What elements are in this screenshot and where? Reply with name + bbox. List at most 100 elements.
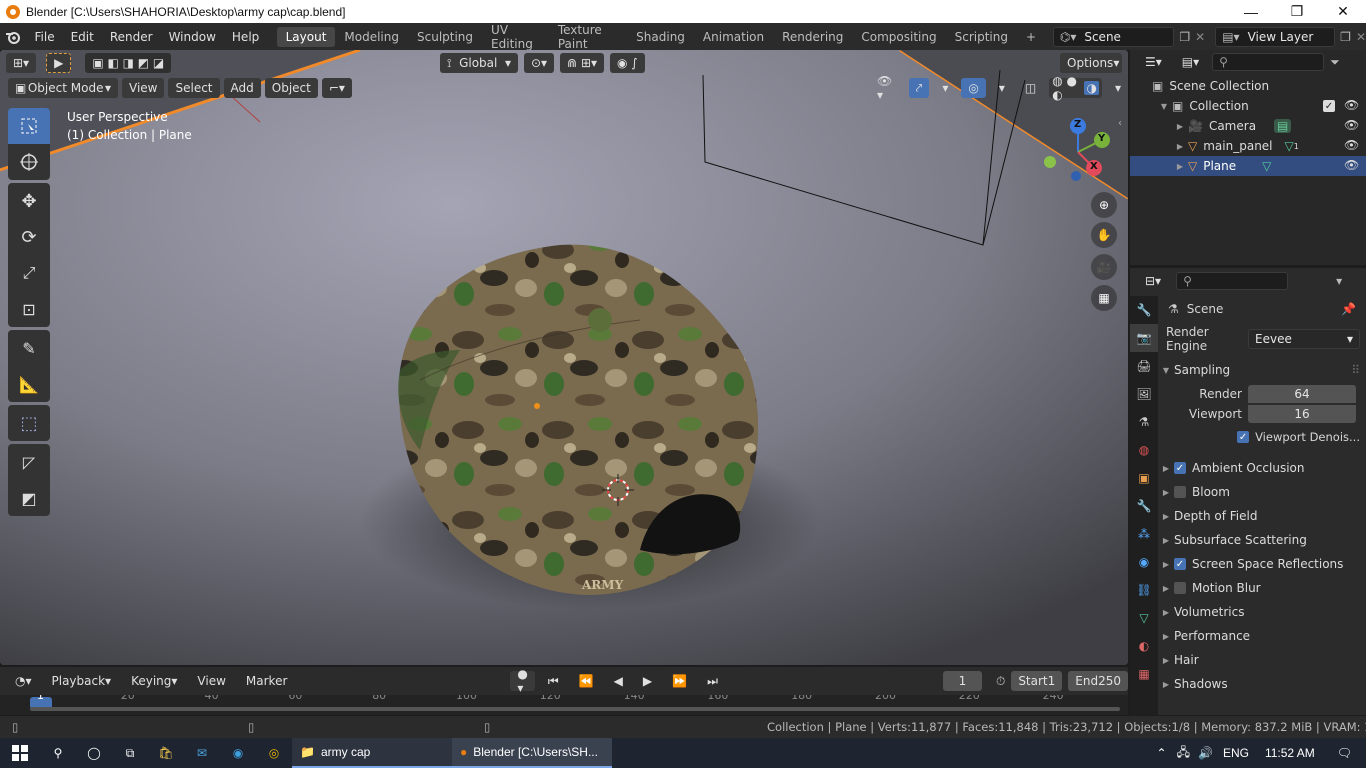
tool-tab-icon[interactable]: 🔧	[1130, 296, 1158, 324]
panel-hair[interactable]: ▶ Hair	[1158, 648, 1366, 672]
add-cube-tool[interactable]: ⬚	[8, 405, 50, 441]
edge-icon[interactable]: ◉	[220, 738, 256, 768]
record-icon[interactable]: ● ▾	[510, 667, 535, 695]
scale-tool[interactable]: ⤢	[8, 255, 50, 291]
denoising-checkbox[interactable]: ✓	[1237, 431, 1250, 443]
expand-icon[interactable]: ▶	[1158, 488, 1174, 497]
play-reverse-icon[interactable]: ◀	[607, 671, 630, 691]
new-view-layer-icon[interactable]: ❐	[1340, 30, 1351, 44]
panel-volumetrics[interactable]: ▶ Volumetrics	[1158, 600, 1366, 624]
frame-ruler[interactable]: 1 20 40 60 80 100 120 140 160 180 200 220 240	[0, 695, 1128, 715]
viewport-denoising-row[interactable]: ✓ Viewport Denois...	[1158, 424, 1366, 450]
selection-mode-icons[interactable]: ▣ ◧ ◨ ◩ ◪	[85, 53, 172, 73]
panel-checkbox[interactable]	[1174, 486, 1186, 498]
rip-tool[interactable]: ◩	[8, 480, 50, 516]
taskbar-app-blender[interactable]: ● Blender [C:\Users\SH...	[452, 738, 612, 768]
chrome-icon[interactable]: ◎	[256, 738, 292, 768]
pin-icon[interactable]: 📌	[1341, 302, 1356, 316]
gizmo-toggle-icon[interactable]: ⤤	[908, 78, 930, 98]
transform-tool[interactable]: ⊡	[8, 291, 50, 327]
panel-depth-of-field[interactable]: ▶ Depth of Field	[1158, 504, 1366, 528]
prev-keyframe-icon[interactable]: ⏪	[572, 671, 601, 691]
tab-sculpting[interactable]: Sculpting	[408, 27, 482, 47]
options-dropdown[interactable]: Options ▾	[1060, 53, 1122, 73]
expand-icon[interactable]: ▶	[1158, 608, 1174, 617]
tab-scripting[interactable]: Scripting	[946, 27, 1017, 47]
eye-icon[interactable]: 👁	[1344, 158, 1359, 172]
expand-icon[interactable]: ▶	[1158, 584, 1174, 593]
zoom-icon[interactable]: ⊕	[1091, 192, 1117, 218]
shading-mode-icons[interactable]: ◍ ● ◐ ◑	[1049, 74, 1102, 102]
render-engine-dropdown[interactable]: Eevee ▾	[1248, 329, 1360, 349]
texture-tab-icon[interactable]: ▦	[1130, 660, 1158, 688]
panel-ambient-occlusion[interactable]: ▶ ✓ Ambient Occlusion	[1158, 456, 1366, 480]
expand-icon[interactable]: ▼	[1158, 366, 1174, 375]
physics-tab-icon[interactable]: ◉	[1130, 548, 1158, 576]
expand-icon[interactable]: ▶	[1172, 142, 1188, 151]
panel-screen-space-reflections[interactable]: ▶ ✓ Screen Space Reflections	[1158, 552, 1366, 576]
expand-icon[interactable]: ▶	[1158, 464, 1174, 473]
stopwatch-icon[interactable]: ⏱	[996, 674, 1005, 689]
render-tab-icon[interactable]: 📷	[1130, 324, 1158, 352]
language-indicator[interactable]: ENG	[1223, 746, 1249, 760]
add-workspace-button[interactable]: +	[1017, 27, 1045, 47]
timeline-scrollbar[interactable]	[30, 707, 1120, 711]
play-icon[interactable]: ▶	[636, 671, 659, 691]
sidebar-toggle-icon[interactable]: ‹	[1118, 118, 1122, 129]
tab-modeling[interactable]: Modeling	[335, 27, 408, 47]
menu-help[interactable]: Help	[224, 30, 267, 44]
measure-tool[interactable]: 📐	[8, 366, 50, 402]
select-box-tool[interactable]	[8, 108, 50, 144]
ortho-grid-icon[interactable]: ▦	[1091, 285, 1117, 311]
taskbar-app-explorer[interactable]: 📁 army cap	[292, 738, 452, 768]
outliner-item-main-panel[interactable]: ▶ ▽ main_panel ▽ 1 👁	[1130, 136, 1366, 156]
tab-rendering[interactable]: Rendering	[773, 27, 852, 47]
delete-scene-icon[interactable]: ✕	[1195, 30, 1205, 44]
display-mode-icon[interactable]: ▤▾	[1175, 52, 1206, 72]
jump-start-icon[interactable]: ⏮	[541, 671, 566, 691]
minimize-button[interactable]: —	[1228, 4, 1274, 20]
tab-texture-paint[interactable]: Texture Paint	[549, 20, 627, 54]
panel-motion-blur[interactable]: ▶ Motion Blur	[1158, 576, 1366, 600]
expand-icon[interactable]: ▶	[1158, 680, 1174, 689]
tab-compositing[interactable]: Compositing	[852, 27, 945, 47]
expand-icon[interactable]: ▶	[1158, 632, 1174, 641]
menu-object[interactable]: Object	[264, 78, 318, 98]
cursor-tool[interactable]	[8, 144, 50, 180]
panel-sampling[interactable]: ▼ Sampling ⠿	[1158, 356, 1366, 384]
collection-checkbox[interactable]: ✓	[1323, 100, 1335, 112]
timeline-marker-menu[interactable]: Marker	[239, 671, 294, 691]
shear-tool[interactable]: ◸	[8, 444, 50, 480]
xray-icon[interactable]: ◫	[1018, 78, 1043, 98]
eye-icon[interactable]: 👁	[1344, 98, 1359, 112]
material-tab-icon[interactable]: ◐	[1130, 632, 1158, 660]
playback-dropdown[interactable]: Playback ▾	[45, 671, 119, 691]
properties-options-icon[interactable]: ▾	[1336, 274, 1342, 288]
overlay-toggle-icon[interactable]: ◎	[961, 78, 986, 98]
tab-uv-editing[interactable]: UV Editing	[482, 20, 549, 54]
collection-row[interactable]: ▼ ▣ Collection ✓ 👁	[1130, 96, 1366, 116]
outliner-editor-icon[interactable]: ☰▾	[1138, 52, 1169, 72]
eye-icon[interactable]: 👁	[1344, 138, 1359, 152]
menu-add[interactable]: Add	[223, 78, 261, 98]
orientation-dropdown[interactable]: ⟟ Global ▾	[440, 53, 518, 73]
modifier-tab-icon[interactable]: 🔧	[1130, 492, 1158, 520]
view-layer-tab-icon[interactable]: 🖼	[1130, 380, 1158, 408]
windows-start-icon[interactable]	[0, 738, 40, 768]
store-icon[interactable]: 🛍	[148, 738, 184, 768]
properties-search-input[interactable]: ⚲	[1176, 272, 1289, 290]
properties-editor-icon[interactable]: ⊟▾	[1138, 271, 1168, 291]
panel-subsurface-scattering[interactable]: ▶ Subsurface Scattering	[1158, 528, 1366, 552]
cortana-icon[interactable]: ◯	[76, 738, 112, 768]
eye-icon[interactable]: 👁	[1344, 118, 1359, 132]
constraints-tab-icon[interactable]: ⛓	[1130, 576, 1158, 604]
proportional-edit-icon[interactable]: ◉ ∫	[610, 53, 645, 73]
current-frame-field[interactable]: 1	[942, 671, 982, 691]
object-tab-icon[interactable]: ▣	[1130, 464, 1158, 492]
outliner-search-input[interactable]: ⚲	[1212, 53, 1325, 71]
keying-dropdown[interactable]: Keying ▾	[124, 671, 184, 691]
outliner-item-plane[interactable]: ▶ ▽ Plane ▽ 👁	[1130, 156, 1366, 176]
search-icon[interactable]: ⚲	[40, 738, 76, 768]
timeline-editor-icon[interactable]: ◔▾	[8, 671, 39, 691]
tab-layout[interactable]: Layout	[276, 26, 336, 47]
